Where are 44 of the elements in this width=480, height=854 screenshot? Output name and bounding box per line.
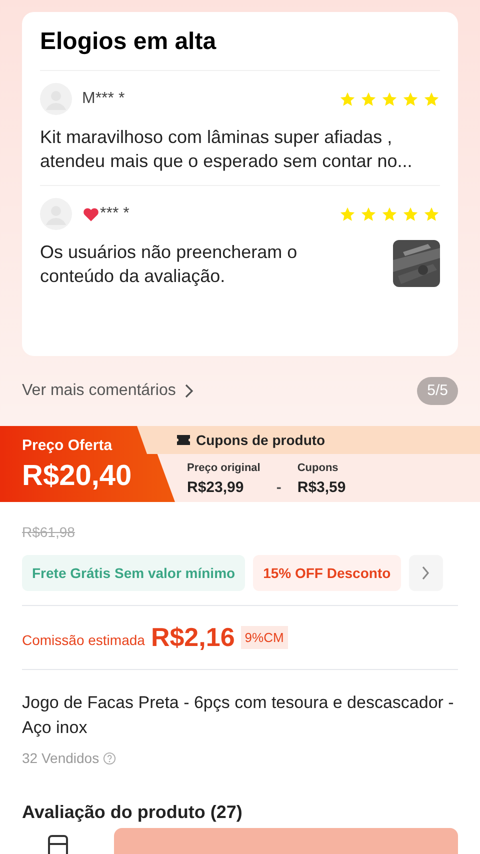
- store-icon[interactable]: [46, 834, 70, 854]
- action-button[interactable]: [114, 828, 458, 854]
- chevron-right-icon: [421, 566, 430, 580]
- offer-label: Preço Oferta: [22, 436, 114, 456]
- star-icon: [423, 90, 440, 108]
- more-comments-link[interactable]: Ver mais comentários: [22, 379, 194, 403]
- reviewer-name: M*** *: [82, 89, 125, 109]
- star-icon: [381, 206, 398, 222]
- coupon-label: Cupons: [297, 461, 340, 476]
- discount-tag[interactable]: 15% OFF Desconto: [253, 555, 401, 591]
- ticket-icon: [177, 435, 190, 445]
- star-icon: [360, 206, 377, 222]
- star-icon: [381, 90, 398, 108]
- product-title: Jogo de Facas Preta - 6pçs com tesoura e descascador - Aço inox: [22, 692, 455, 739]
- free-shipping-tag[interactable]: Frete Grátis Sem valor mínimo: [22, 555, 246, 591]
- section-heading: Avaliação do produto (27): [22, 801, 242, 823]
- original-price: R$23,99: [187, 478, 245, 498]
- page-counter: 5/5: [417, 376, 458, 406]
- chevron-right-button[interactable]: [408, 555, 443, 591]
- star-icon: [402, 90, 419, 108]
- avatar-icon: [40, 83, 72, 115]
- original-price-label: Preço original: [187, 461, 260, 476]
- commission-label: Comissão estimada: [22, 631, 145, 650]
- star-icon: [402, 206, 419, 222]
- heart-icon: [82, 206, 100, 222]
- review-text: Os usuários não preencheram o conteúdo da avaliação.: [40, 241, 298, 288]
- minus-sign: -: [275, 478, 282, 498]
- star-icon: [339, 90, 356, 108]
- card-title: Elogios em alta: [40, 24, 440, 71]
- star-icon: [339, 206, 356, 222]
- reviewer-name: *** *: [100, 204, 130, 224]
- commission-rate: 9%CM: [240, 626, 288, 650]
- star-icon: [423, 206, 440, 222]
- avatar-icon: [40, 198, 72, 230]
- offer-price: R$20,40: [22, 458, 133, 494]
- review-text: Kit maravilhoso com lâminas super afiadas , atendeu mais que o esperado sem contar no...: [40, 126, 414, 173]
- coupon-value: R$3,59: [297, 478, 346, 498]
- help-icon: [103, 752, 116, 765]
- sold-count: 32 Vendidos: [22, 749, 100, 768]
- commission-value: R$2,16: [150, 621, 235, 654]
- chevron-right-icon: [184, 384, 194, 398]
- coupons-title: Cupons de produto: [196, 430, 326, 450]
- old-price: R$61,98: [22, 523, 76, 542]
- star-icon: [360, 90, 377, 108]
